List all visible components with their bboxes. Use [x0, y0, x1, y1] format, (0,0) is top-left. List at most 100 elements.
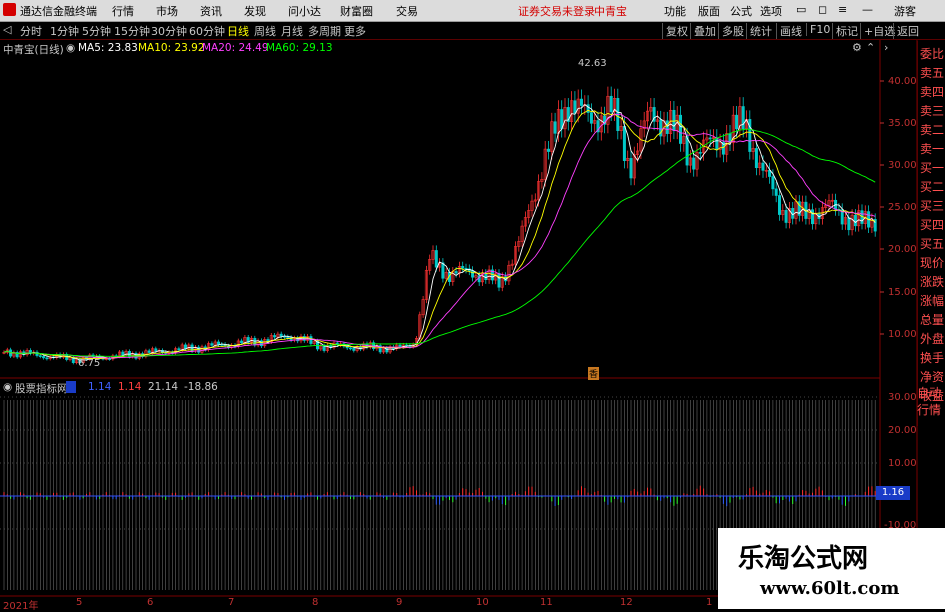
menu-icon[interactable]: ≡ — [838, 3, 847, 16]
back-icon[interactable]: ◁ — [3, 23, 11, 36]
side-item[interactable]: 卖二 — [920, 121, 944, 138]
side-item[interactable]: 买五 — [920, 235, 944, 252]
candle-body — [751, 148, 755, 152]
menu-formula[interactable]: 公式 — [730, 3, 752, 19]
settings-icon[interactable]: ◉ — [66, 42, 75, 54]
btn-mark[interactable]: 标记 — [832, 23, 858, 39]
guest-label[interactable]: 游客 — [894, 3, 916, 19]
candle-body — [447, 272, 451, 282]
help-icon[interactable]: ▭ — [796, 3, 806, 16]
candle-body — [180, 344, 184, 351]
stock-name-title: 中青宝 — [594, 5, 627, 18]
watermark-url: www.60lt.com — [760, 578, 900, 599]
side-item[interactable]: 外盘 — [920, 330, 944, 347]
period-15min[interactable]: 15分钟 — [114, 23, 150, 39]
candle-body — [801, 201, 805, 216]
menu-options[interactable]: 选项 — [760, 3, 782, 19]
candle-body — [748, 119, 752, 152]
btn-f10[interactable]: F10 — [806, 23, 830, 36]
indicator-title[interactable]: 股票指标网 — [15, 381, 68, 396]
side-item[interactable]: 卖一 — [920, 140, 944, 157]
candle-body — [2, 351, 6, 354]
side-item[interactable]: 总量 — [920, 311, 944, 328]
date-label: 1 — [706, 597, 713, 608]
collapse-icon[interactable]: ⌃ — [866, 41, 875, 54]
period-more[interactable]: 更多 — [344, 23, 366, 39]
login-status[interactable]: 证券交易未登录 — [518, 3, 595, 19]
menu-function[interactable]: 功能 — [664, 3, 686, 19]
side-item[interactable]: 涨跌 — [920, 273, 944, 290]
period-daily[interactable]: 日线 — [227, 23, 249, 39]
candle-body — [263, 339, 267, 347]
candle-body — [735, 114, 739, 130]
candle-body — [510, 263, 514, 266]
period-30min[interactable]: 30分钟 — [151, 23, 187, 39]
period-weekly[interactable]: 周线 — [254, 23, 276, 39]
menu-market-quote[interactable]: 行情 — [112, 3, 134, 19]
indicator-settings-icon[interactable]: ◉ — [3, 381, 12, 393]
btn-multi-stock[interactable]: 多股 — [718, 23, 744, 39]
candle-body — [9, 349, 13, 357]
candle-body — [487, 269, 491, 281]
candle-body — [520, 225, 524, 242]
expand-icon[interactable]: › — [884, 41, 888, 54]
side-item[interactable]: 买一 — [920, 159, 944, 176]
candle-body — [655, 119, 659, 122]
ind-tick-10: 10.00 — [888, 458, 917, 469]
period-60min[interactable]: 60分钟 — [189, 23, 225, 39]
indicator-value-4: -18.86 — [184, 381, 218, 393]
side-item[interactable]: 换手 — [920, 349, 944, 366]
menu-news[interactable]: 资讯 — [200, 3, 222, 19]
candle-body — [405, 344, 409, 347]
side-item[interactable]: 卖四 — [920, 83, 944, 100]
side-item[interactable]: 卖三 — [920, 102, 944, 119]
event-marker[interactable]: 香 — [588, 367, 600, 380]
candle-body — [619, 125, 623, 131]
candle-body — [335, 342, 339, 346]
menu-ask[interactable]: 问小达 — [288, 3, 321, 19]
btn-overlay[interactable]: 叠加 — [690, 23, 716, 39]
btn-draw[interactable]: 画线 — [776, 23, 802, 39]
candle-body — [606, 95, 610, 125]
kline-chart[interactable] — [0, 0, 945, 609]
btn-add-favorite[interactable]: +自选 — [860, 23, 895, 39]
btn-stats[interactable]: 统计 — [746, 23, 772, 39]
period-1min[interactable]: 1分钟 — [50, 23, 79, 39]
btn-adjust[interactable]: 复权 — [662, 23, 688, 39]
minimize-icon[interactable]: — — [862, 3, 873, 16]
candle-body — [500, 276, 504, 288]
candle-body — [322, 345, 326, 351]
candle-body — [289, 337, 293, 341]
account-icon[interactable]: ◻ — [818, 3, 827, 16]
side-item[interactable]: 买四 — [920, 216, 944, 233]
auto-quote-toggle[interactable]: 自动 行情 — [917, 384, 945, 418]
side-item[interactable]: 买三 — [920, 197, 944, 214]
candle-body — [368, 342, 372, 348]
candle-body — [715, 137, 719, 150]
btn-return[interactable]: 返回 — [893, 23, 919, 39]
period-multi[interactable]: 多周期 — [308, 23, 341, 39]
menu-market[interactable]: 市场 — [156, 3, 178, 19]
candle-body — [266, 339, 270, 343]
candle-body — [345, 345, 349, 349]
candle-body — [738, 106, 742, 130]
side-item[interactable]: 委比 — [920, 45, 944, 62]
price-tick-10: 10.00 — [888, 329, 917, 340]
menu-layout[interactable]: 版面 — [698, 3, 720, 19]
period-monthly[interactable]: 月线 — [281, 23, 303, 39]
menu-discover[interactable]: 发现 — [244, 3, 266, 19]
chart-settings-icon[interactable]: ⚙ — [852, 41, 862, 54]
period-5min[interactable]: 5分钟 — [82, 23, 111, 39]
side-item[interactable]: 买二 — [920, 178, 944, 195]
side-item[interactable]: 涨幅 — [920, 292, 944, 309]
candle-body — [860, 210, 864, 224]
side-item[interactable]: 净资 — [920, 368, 944, 385]
side-item[interactable]: 现价 — [920, 254, 944, 271]
price-tick-40: 40.00 — [888, 76, 917, 87]
side-item[interactable]: 卖五 — [920, 64, 944, 81]
ind-tick-30: 30.00 — [888, 392, 917, 403]
menu-trade[interactable]: 交易 — [396, 3, 418, 19]
menu-wealth[interactable]: 财富圈 — [340, 3, 373, 19]
period-intraday[interactable]: 分时 — [20, 23, 42, 39]
candle-body — [35, 351, 39, 356]
